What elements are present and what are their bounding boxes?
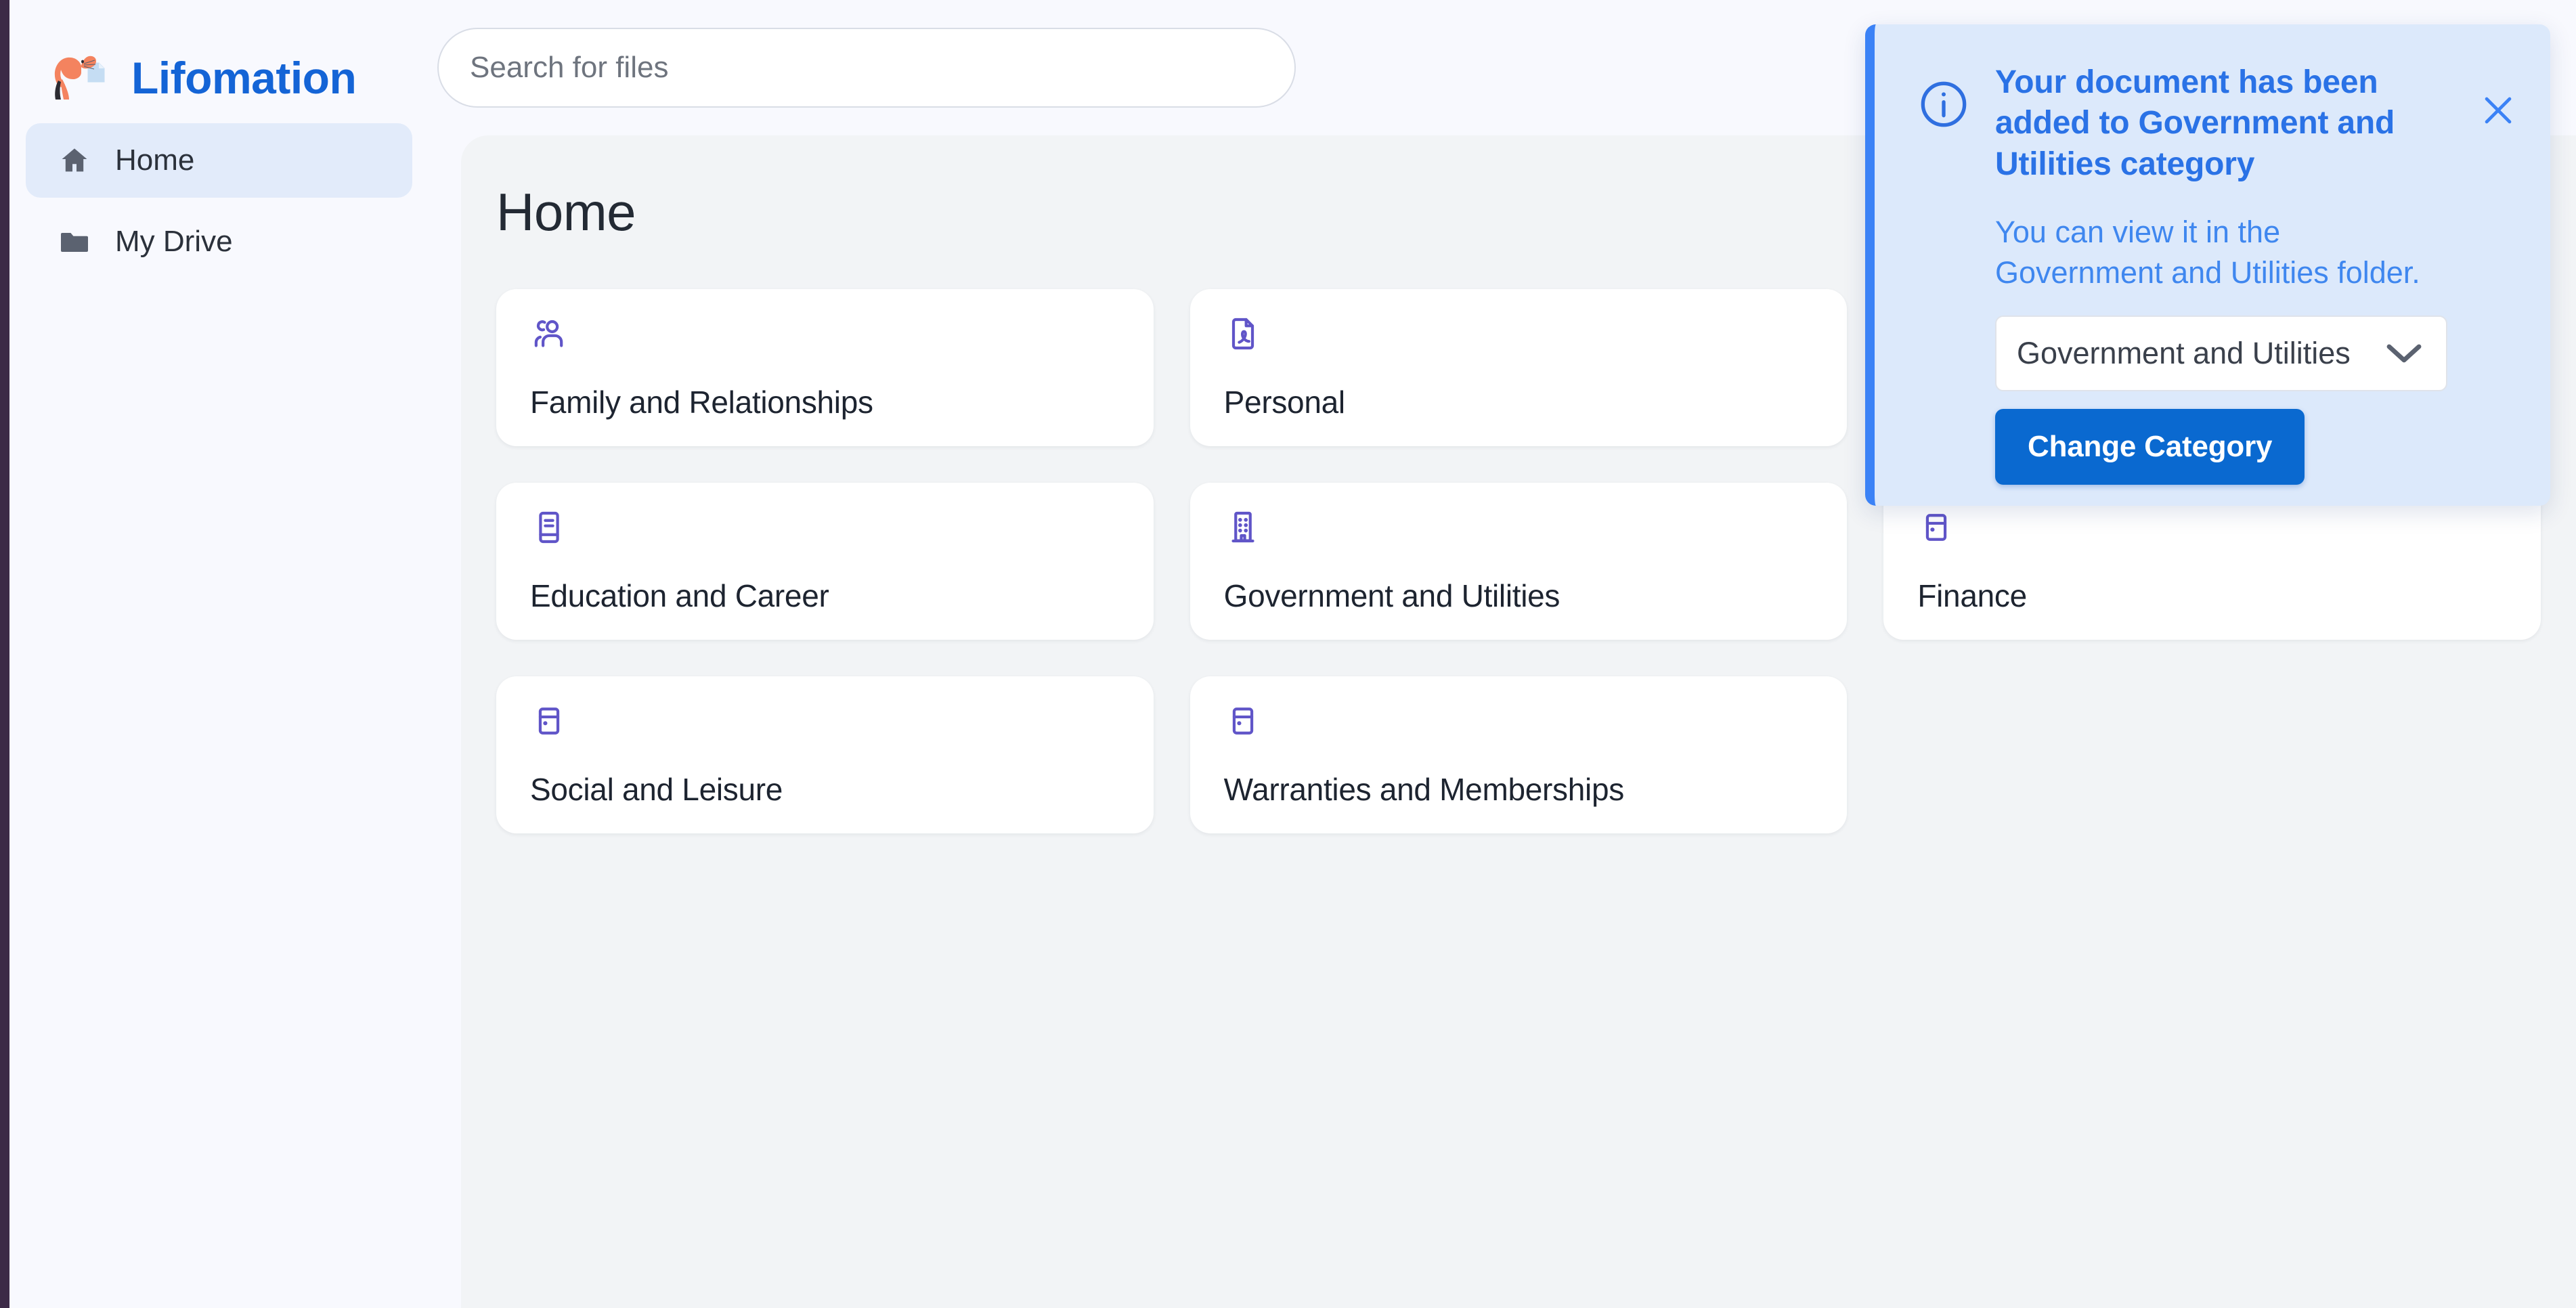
category-card-government-and-utilities[interactable]: Government and Utilities <box>1189 483 1848 640</box>
sidebar-nav: Home My Drive <box>9 123 429 279</box>
category-card-finance[interactable]: Finance <box>1883 483 2541 640</box>
category-card-label: Family and Relationships <box>530 385 873 420</box>
card-icon <box>1917 508 1955 546</box>
category-card-personal[interactable]: Personal <box>1189 289 1848 446</box>
info-circle-icon <box>1917 77 1971 131</box>
brand-name: Lifomation <box>131 53 357 103</box>
home-icon <box>58 144 91 177</box>
sidebar: Lifomation Home My Drive <box>9 0 429 1308</box>
category-card-social-and-leisure[interactable]: Social and Leisure <box>496 676 1154 833</box>
category-card-warranties-and-memberships[interactable]: Warranties and Memberships <box>1189 676 1848 833</box>
book-icon <box>530 508 568 546</box>
notification-body: Your document has been added to Governme… <box>1995 62 2519 506</box>
browser-chrome-strip <box>0 0 9 1308</box>
folder-icon <box>58 225 91 258</box>
building-icon <box>1224 508 1262 546</box>
category-card-label: Finance <box>1917 578 2027 613</box>
brand[interactable]: Lifomation <box>9 0 429 123</box>
notification-message: You can view it in the Government and Ut… <box>1995 215 2420 290</box>
sidebar-item-home-label: Home <box>115 144 195 177</box>
search-input[interactable] <box>470 51 1263 85</box>
pdf-file-icon <box>1224 315 1262 353</box>
category-card-education-and-career[interactable]: Education and Career <box>496 483 1154 640</box>
category-select[interactable]: Government and Utilities <box>1995 315 2447 392</box>
notification-title: Your document has been added to Governme… <box>1995 64 2395 182</box>
category-select-value: Government and Utilities <box>2017 336 2351 371</box>
chevron-down-icon <box>2385 342 2423 365</box>
card-icon <box>530 702 568 740</box>
sidebar-item-my-drive-label: My Drive <box>115 225 233 258</box>
app-root: Lifomation Home My Drive Search for file… <box>0 0 2576 1308</box>
sidebar-item-my-drive[interactable]: My Drive <box>26 204 412 279</box>
category-card-label: Government and Utilities <box>1223 578 1560 613</box>
category-card-label: Warranties and Memberships <box>1223 772 1625 807</box>
category-card-label: Education and Career <box>530 578 829 613</box>
category-card-label: Social and Leisure <box>530 772 783 807</box>
sidebar-item-home[interactable]: Home <box>26 123 412 198</box>
change-category-button[interactable]: Change Category <box>1995 409 2305 485</box>
card-icon <box>1224 702 1262 740</box>
close-icon[interactable] <box>2479 91 2518 130</box>
notification-toast: Your document has been added to Governme… <box>1865 24 2550 506</box>
category-card-family-and-relationships[interactable]: Family and Relationships <box>496 289 1154 446</box>
search-box[interactable] <box>437 28 1296 108</box>
cat-with-document-logo-icon <box>42 45 114 110</box>
category-card-label: Personal <box>1223 385 1345 420</box>
users-icon <box>530 315 568 353</box>
